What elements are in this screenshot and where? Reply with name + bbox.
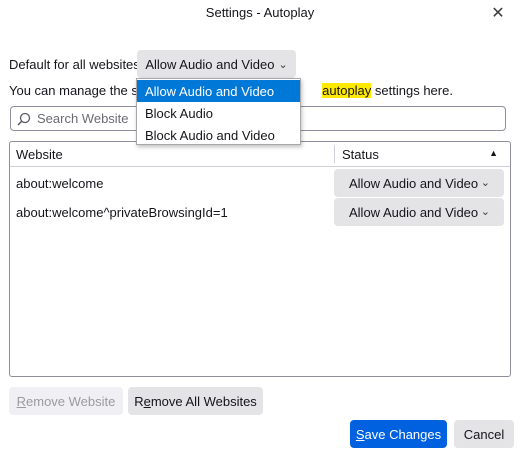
table-row[interactable]: about:welcome^privateBrowsingId=1 Allow …: [10, 198, 510, 227]
row-status-value: Allow Audio and Video: [349, 204, 479, 220]
table-row[interactable]: about:welcome Allow Audio and Video ⌄: [10, 169, 510, 198]
description-after: settings here.: [371, 83, 453, 98]
description-highlight: autoplay: [322, 83, 372, 98]
chevron-down-icon: ⌄: [480, 177, 490, 189]
close-icon[interactable]: ✕: [488, 3, 508, 23]
search-icon: [17, 112, 31, 126]
save-changes-button[interactable]: Save Changes: [350, 420, 447, 448]
default-setting-row: Default for all websites:: [9, 50, 149, 78]
save-accel: S: [355, 426, 365, 442]
column-header-status[interactable]: Status: [342, 147, 379, 162]
chevron-down-icon: ⌄: [278, 58, 288, 71]
chevron-down-icon: ⌄: [480, 206, 490, 218]
dropdown-option-allow-audio-video[interactable]: Allow Audio and Video: [137, 80, 300, 102]
dropdown-option-block-audio[interactable]: Block Audio: [137, 102, 300, 124]
title-bar: Settings - Autoplay ✕: [0, 0, 520, 26]
websites-table: Website Status ▲ about:welcome Allow Aud…: [9, 141, 511, 377]
cancel-button[interactable]: Cancel: [454, 420, 514, 448]
default-select[interactable]: Allow Audio and Video ⌄: [137, 50, 296, 78]
sort-ascending-icon[interactable]: ▲: [489, 148, 498, 158]
remove-website-accel: R: [16, 393, 27, 409]
save-label: ave Changes: [364, 426, 442, 442]
dropdown-option-block-audio-video[interactable]: Block Audio and Video: [137, 124, 300, 146]
window-title: Settings - Autoplay: [205, 5, 315, 20]
default-select-value: Allow Audio and Video: [145, 56, 275, 72]
remove-website-label: emove Website: [26, 393, 116, 409]
default-dropdown-menu: Allow Audio and Video Block Audio Block …: [136, 78, 301, 145]
row-status-select[interactable]: Allow Audio and Video ⌄: [334, 169, 504, 197]
row-website: about:welcome^privateBrowsingId=1: [16, 205, 228, 220]
remove-all-accel: e: [143, 393, 151, 409]
remove-all-prefix: R: [134, 393, 144, 409]
row-status-value: Allow Audio and Video: [349, 175, 479, 191]
column-separator: [334, 145, 335, 163]
remove-all-label: move All Websites: [150, 393, 257, 409]
row-website: about:welcome: [16, 176, 104, 191]
remove-all-websites-button[interactable]: Re move All Websites: [128, 387, 263, 415]
row-status-select[interactable]: Allow Audio and Video ⌄: [334, 198, 504, 226]
remove-website-button[interactable]: Remove Website: [9, 387, 123, 415]
column-header-website[interactable]: Website: [16, 147, 63, 162]
default-label: Default for all websites:: [9, 56, 144, 72]
